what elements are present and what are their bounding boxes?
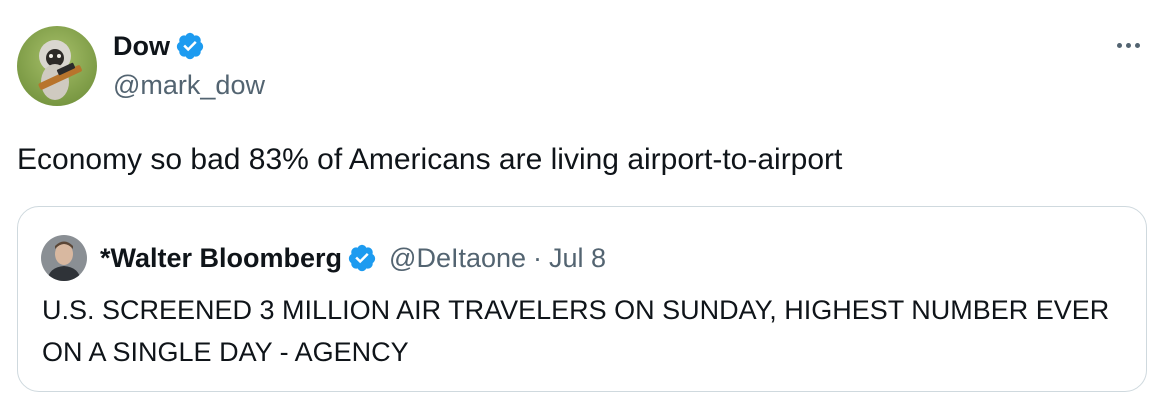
author-handle[interactable]: @mark_dow <box>113 70 265 101</box>
more-dot <box>1134 42 1140 48</box>
tweet[interactable]: Dow @mark_dow Economy so bad 83% of Amer… <box>0 0 1162 406</box>
more-options-icon[interactable] <box>1108 32 1148 58</box>
person-avatar-image <box>41 235 87 281</box>
more-dot <box>1116 42 1122 48</box>
quoted-author-avatar[interactable] <box>41 235 87 281</box>
tweet-text: Economy so bad 83% of Americans are livi… <box>17 143 843 176</box>
quoted-date[interactable]: Jul 8 <box>549 243 606 274</box>
quoted-handle[interactable]: @DeItaone <box>389 243 526 274</box>
verified-badge-icon <box>348 244 376 272</box>
quoted-display-name[interactable]: *Walter Bloomberg <box>100 243 342 274</box>
separator-dot: · <box>533 242 543 273</box>
quoted-tweet-text: U.S. SCREENED 3 MILLION AIR TRAVELERS ON… <box>42 295 1110 367</box>
author-name-row: Dow <box>113 28 205 64</box>
quoted-tweet[interactable]: *Walter Bloomberg @DeItaone · Jul 8 U.S.… <box>17 206 1147 392</box>
quoted-header: *Walter Bloomberg @DeItaone · Jul 8 <box>100 240 606 276</box>
author-avatar[interactable] <box>17 26 97 106</box>
monkey-avatar-image <box>17 26 97 106</box>
more-dot <box>1125 42 1131 48</box>
author-display-name[interactable]: Dow <box>113 31 170 62</box>
verified-badge-icon <box>176 32 204 60</box>
